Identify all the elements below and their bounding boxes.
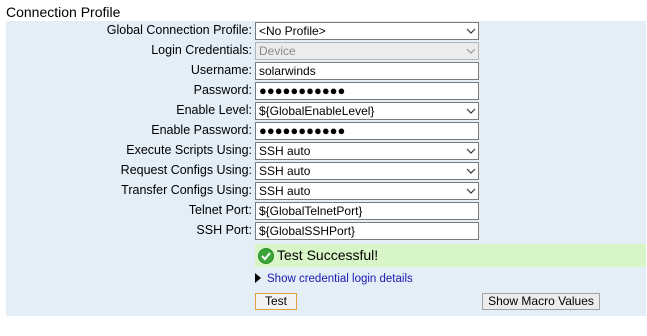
row-request-configs: Request Configs Using: SSH auto [6,161,646,181]
label-login-credentials: Login Credentials: [151,43,252,57]
login-credentials-select: Device [255,42,479,60]
chevron-down-icon [466,28,476,34]
label-enable-level: Enable Level: [176,103,252,117]
label-execute-scripts: Execute Scripts Using: [126,143,252,157]
execute-scripts-select[interactable]: SSH auto [255,142,479,160]
row-enable-password: Enable Password: ●●●●●●●●●●● [6,121,646,141]
row-transfer-configs: Transfer Configs Using: SSH auto [6,181,646,201]
row-username: Username: solarwinds [6,61,646,81]
username-input[interactable]: solarwinds [255,62,479,80]
label-telnet-port: Telnet Port: [188,203,252,217]
label-global-connection-profile: Global Connection Profile: [106,23,252,37]
chevron-down-icon [466,188,476,194]
chevron-down-icon [466,108,476,114]
chevron-down-icon [466,48,476,54]
test-status-banner: Test Successful! [255,244,646,267]
input-value: ${GlobalTelnetPort} [259,204,363,218]
test-button[interactable]: Test [255,293,297,310]
request-configs-select[interactable]: SSH auto [255,162,479,180]
details-link-text: Show credential login details [267,273,413,285]
show-credential-details-link[interactable]: Show credential login details [255,273,413,285]
label-password: Password: [193,83,252,97]
password-mask: ●●●●●●●●●●● [259,123,346,138]
input-value: solarwinds [259,64,316,78]
label-enable-password: Enable Password: [151,123,252,137]
select-value: SSH auto [259,144,311,158]
global-connection-profile-select[interactable]: <No Profile> [255,22,479,40]
enable-level-select[interactable]: ${GlobalEnableLevel} [255,102,479,120]
show-macro-values-button[interactable]: Show Macro Values [482,293,600,310]
row-execute-scripts: Execute Scripts Using: SSH auto [6,141,646,161]
select-value: SSH auto [259,164,311,178]
telnet-port-input[interactable]: ${GlobalTelnetPort} [255,202,479,220]
status-text: Test Successful! [277,247,379,263]
transfer-configs-select[interactable]: SSH auto [255,182,479,200]
select-value: ${GlobalEnableLevel} [259,104,375,118]
chevron-down-icon [466,148,476,154]
ssh-port-input[interactable]: ${GlobalSSHPort} [255,222,479,240]
connection-profile-panel: Global Connection Profile: <No Profile> … [6,21,646,316]
label-request-configs: Request Configs Using: [120,163,252,177]
row-telnet-port: Telnet Port: ${GlobalTelnetPort} [6,201,646,221]
label-ssh-port: SSH Port: [196,223,252,237]
enable-password-input[interactable]: ●●●●●●●●●●● [255,122,479,140]
input-value: ${GlobalSSHPort} [259,224,356,238]
row-enable-level: Enable Level: ${GlobalEnableLevel} [6,101,646,121]
section-title: Connection Profile [6,4,121,20]
select-value: Device [259,44,296,58]
row-password: Password: ●●●●●●●●●●● [6,81,646,101]
row-global-connection-profile: Global Connection Profile: <No Profile> [6,21,646,41]
select-value: <No Profile> [259,24,326,38]
chevron-down-icon [466,168,476,174]
expand-triangle-icon [255,273,261,283]
password-mask: ●●●●●●●●●●● [259,83,346,98]
check-circle-icon [258,248,274,264]
row-login-credentials: Login Credentials: Device [6,41,646,61]
select-value: SSH auto [259,184,311,198]
label-transfer-configs: Transfer Configs Using: [121,183,252,197]
label-username: Username: [190,63,252,77]
row-ssh-port: SSH Port: ${GlobalSSHPort} [6,221,646,241]
password-input[interactable]: ●●●●●●●●●●● [255,82,479,100]
